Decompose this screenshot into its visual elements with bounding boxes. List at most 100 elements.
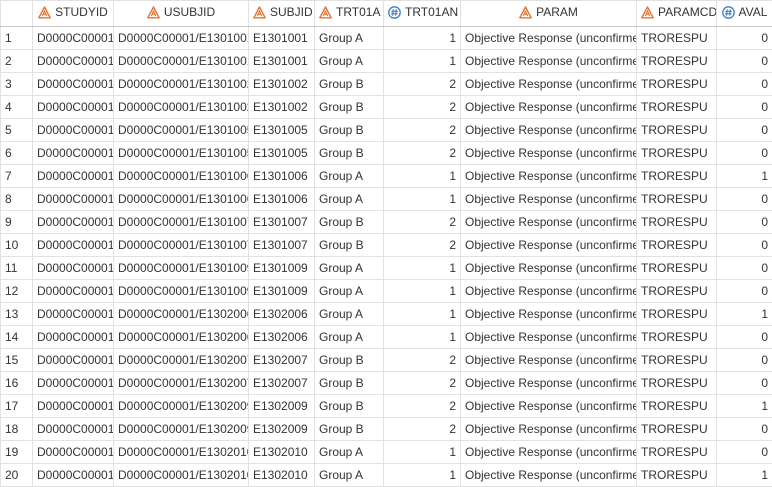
paramcd-cell[interactable]: TRORESPU [637, 257, 717, 280]
usubjid-cell[interactable]: D0000C00001/E1302009 [114, 395, 249, 418]
param-cell[interactable]: Objective Response (unconfirmed) [461, 280, 637, 303]
trt01a-cell[interactable]: Group B [315, 372, 384, 395]
studyid-cell[interactable]: D0000C00001 [33, 188, 114, 211]
param-cell[interactable]: Objective Response (unconfirmed) [461, 188, 637, 211]
subjid-cell[interactable]: E1302007 [249, 349, 315, 372]
usubjid-cell[interactable]: D0000C00001/E1301007 [114, 211, 249, 234]
usubjid-cell[interactable]: D0000C00001/E1301006 [114, 165, 249, 188]
trt01a-cell[interactable]: Group A [315, 165, 384, 188]
aval-cell[interactable]: 0 [717, 372, 772, 395]
table-row[interactable]: 3D0000C00001D0000C00001/E1301002E1301002… [1, 73, 772, 96]
subjid-cell[interactable]: E1301006 [249, 188, 315, 211]
trt01a-cell[interactable]: Group B [315, 142, 384, 165]
subjid-cell[interactable]: E1302010 [249, 441, 315, 464]
aval-cell[interactable]: 0 [717, 418, 772, 441]
aval-cell[interactable]: 0 [717, 73, 772, 96]
trt01a-cell[interactable]: Group A [315, 50, 384, 73]
paramcd-cell[interactable]: TRORESPU [637, 211, 717, 234]
column-header-paramcd[interactable]: PARAMCD [637, 1, 717, 27]
paramcd-cell[interactable]: TRORESPU [637, 73, 717, 96]
param-cell[interactable]: Objective Response (unconfirmed) [461, 441, 637, 464]
table-row[interactable]: 4D0000C00001D0000C00001/E1301002E1301002… [1, 96, 772, 119]
param-cell[interactable]: Objective Response (unconfirmed) [461, 165, 637, 188]
usubjid-cell[interactable]: D0000C00001/E1302006 [114, 326, 249, 349]
trt01an-cell[interactable]: 1 [384, 27, 461, 50]
usubjid-cell[interactable]: D0000C00001/E1301009 [114, 280, 249, 303]
subjid-cell[interactable]: E1301007 [249, 211, 315, 234]
subjid-cell[interactable]: E1301007 [249, 234, 315, 257]
usubjid-cell[interactable]: D0000C00001/E1302010 [114, 441, 249, 464]
paramcd-cell[interactable]: TRORESPU [637, 27, 717, 50]
table-row[interactable]: 6D0000C00001D0000C00001/E1301005E1301005… [1, 142, 772, 165]
param-cell[interactable]: Objective Response (unconfirmed) [461, 119, 637, 142]
studyid-cell[interactable]: D0000C00001 [33, 464, 114, 487]
usubjid-cell[interactable]: D0000C00001/E1302010 [114, 464, 249, 487]
table-row[interactable]: 11D0000C00001D0000C00001/E1301009E130100… [1, 257, 772, 280]
paramcd-cell[interactable]: TRORESPU [637, 326, 717, 349]
subjid-cell[interactable]: E1301005 [249, 142, 315, 165]
paramcd-cell[interactable]: TRORESPU [637, 50, 717, 73]
studyid-cell[interactable]: D0000C00001 [33, 73, 114, 96]
trt01an-cell[interactable]: 1 [384, 257, 461, 280]
param-cell[interactable]: Objective Response (unconfirmed) [461, 303, 637, 326]
trt01an-cell[interactable]: 2 [384, 418, 461, 441]
trt01an-cell[interactable]: 2 [384, 234, 461, 257]
aval-cell[interactable]: 0 [717, 50, 772, 73]
column-header-usubjid[interactable]: USUBJID [114, 1, 249, 27]
aval-cell[interactable]: 1 [717, 464, 772, 487]
subjid-cell[interactable]: E1302009 [249, 395, 315, 418]
subjid-cell[interactable]: E1301001 [249, 50, 315, 73]
param-cell[interactable]: Objective Response (unconfirmed) [461, 464, 637, 487]
aval-cell[interactable]: 0 [717, 441, 772, 464]
trt01a-cell[interactable]: Group B [315, 395, 384, 418]
table-row[interactable]: 19D0000C00001D0000C00001/E1302010E130201… [1, 441, 772, 464]
studyid-cell[interactable]: D0000C00001 [33, 395, 114, 418]
studyid-cell[interactable]: D0000C00001 [33, 349, 114, 372]
trt01a-cell[interactable]: Group A [315, 27, 384, 50]
trt01an-cell[interactable]: 2 [384, 119, 461, 142]
trt01an-cell[interactable]: 1 [384, 326, 461, 349]
trt01a-cell[interactable]: Group A [315, 441, 384, 464]
param-cell[interactable]: Objective Response (unconfirmed) [461, 211, 637, 234]
paramcd-cell[interactable]: TRORESPU [637, 234, 717, 257]
aval-cell[interactable]: 0 [717, 349, 772, 372]
subjid-cell[interactable]: E1301009 [249, 280, 315, 303]
paramcd-cell[interactable]: TRORESPU [637, 418, 717, 441]
trt01an-cell[interactable]: 2 [384, 372, 461, 395]
column-header-aval[interactable]: AVAL [717, 1, 772, 27]
trt01an-cell[interactable]: 2 [384, 73, 461, 96]
usubjid-cell[interactable]: D0000C00001/E1301007 [114, 234, 249, 257]
trt01an-cell[interactable]: 1 [384, 464, 461, 487]
paramcd-cell[interactable]: TRORESPU [637, 119, 717, 142]
studyid-cell[interactable]: D0000C00001 [33, 372, 114, 395]
trt01a-cell[interactable]: Group B [315, 211, 384, 234]
trt01a-cell[interactable]: Group B [315, 349, 384, 372]
usubjid-cell[interactable]: D0000C00001/E1301006 [114, 188, 249, 211]
aval-cell[interactable]: 1 [717, 395, 772, 418]
studyid-cell[interactable]: D0000C00001 [33, 234, 114, 257]
table-row[interactable]: 2D0000C00001D0000C00001/E1301001E1301001… [1, 50, 772, 73]
paramcd-cell[interactable]: TRORESPU [637, 142, 717, 165]
table-row[interactable]: 16D0000C00001D0000C00001/E1302007E130200… [1, 372, 772, 395]
column-header-trt01a[interactable]: TRT01A [315, 1, 384, 27]
param-cell[interactable]: Objective Response (unconfirmed) [461, 27, 637, 50]
paramcd-cell[interactable]: TRORESPU [637, 464, 717, 487]
trt01a-cell[interactable]: Group A [315, 257, 384, 280]
param-cell[interactable]: Objective Response (unconfirmed) [461, 326, 637, 349]
usubjid-cell[interactable]: D0000C00001/E1301005 [114, 142, 249, 165]
usubjid-cell[interactable]: D0000C00001/E1301002 [114, 73, 249, 96]
trt01an-cell[interactable]: 1 [384, 441, 461, 464]
table-row[interactable]: 20D0000C00001D0000C00001/E1302010E130201… [1, 464, 772, 487]
param-cell[interactable]: Objective Response (unconfirmed) [461, 349, 637, 372]
table-row[interactable]: 9D0000C00001D0000C00001/E1301007E1301007… [1, 211, 772, 234]
subjid-cell[interactable]: E1301001 [249, 27, 315, 50]
subjid-cell[interactable]: E1302009 [249, 418, 315, 441]
trt01a-cell[interactable]: Group A [315, 326, 384, 349]
trt01a-cell[interactable]: Group B [315, 119, 384, 142]
aval-cell[interactable]: 1 [717, 303, 772, 326]
subjid-cell[interactable]: E1301005 [249, 119, 315, 142]
table-row[interactable]: 14D0000C00001D0000C00001/E1302006E130200… [1, 326, 772, 349]
subjid-cell[interactable]: E1301002 [249, 73, 315, 96]
trt01an-cell[interactable]: 1 [384, 188, 461, 211]
aval-cell[interactable]: 1 [717, 165, 772, 188]
